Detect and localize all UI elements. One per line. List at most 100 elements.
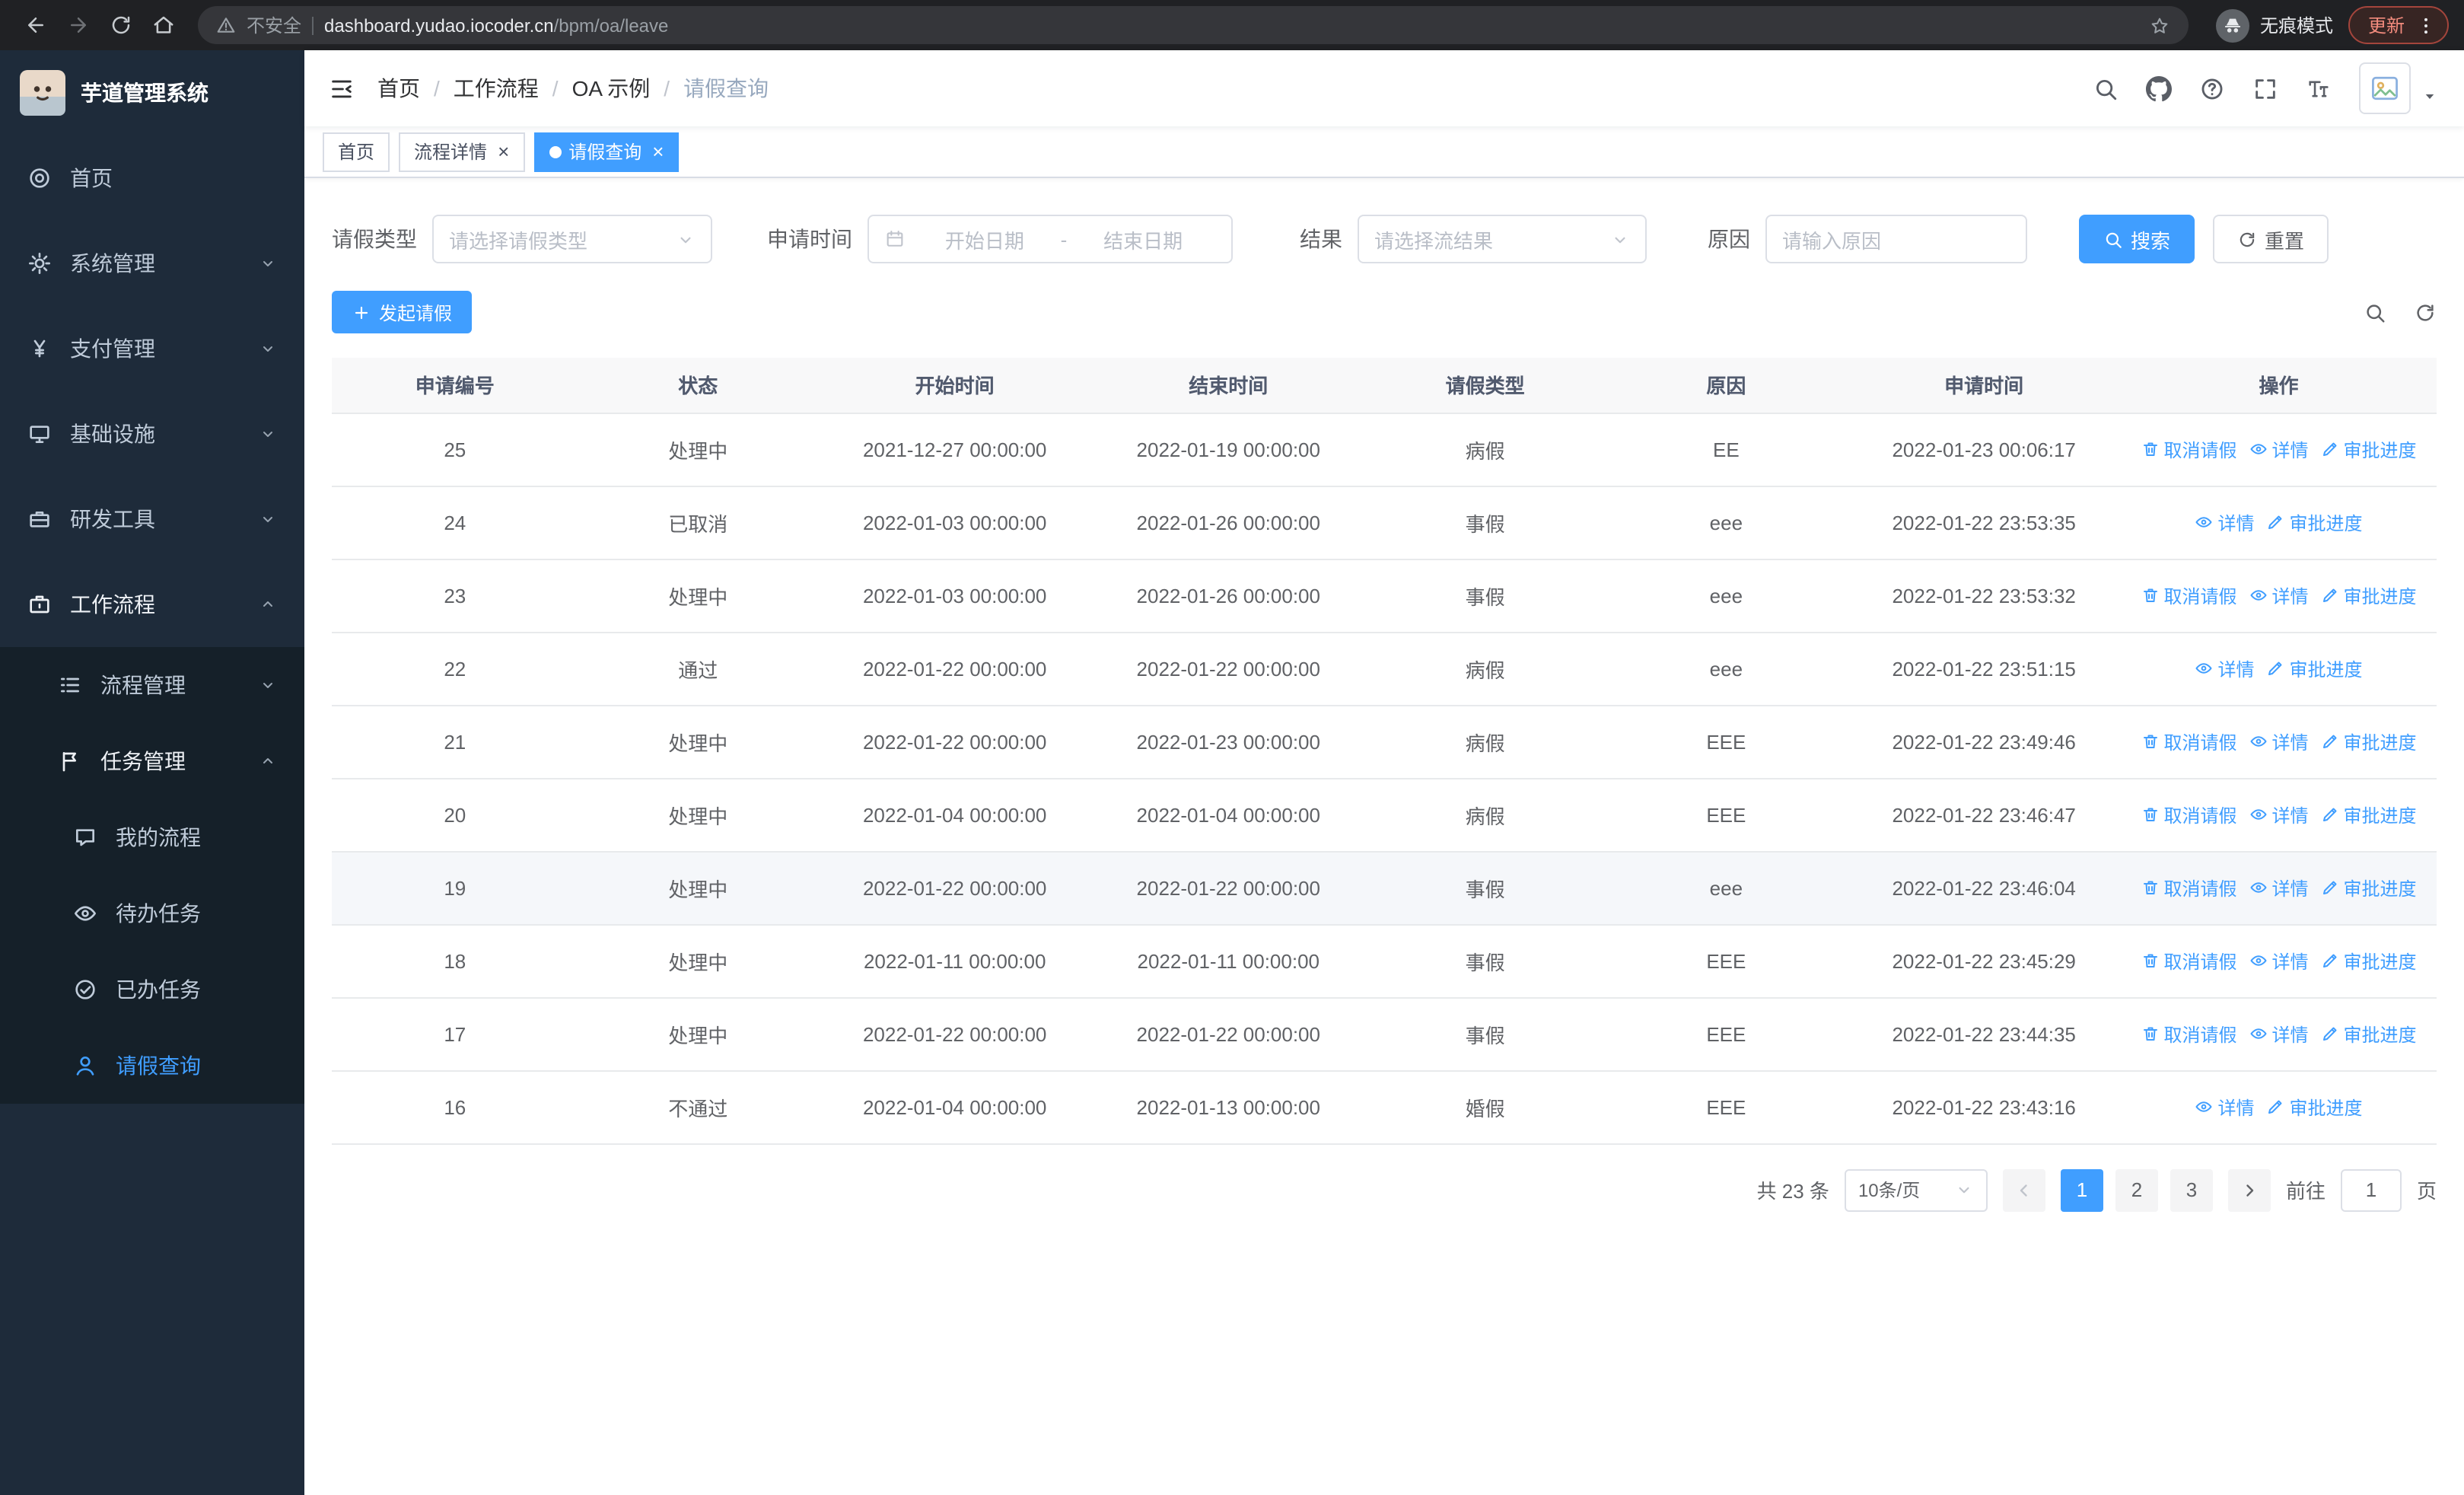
next-page-button[interactable] bbox=[2227, 1168, 2271, 1211]
browser-home-icon[interactable] bbox=[143, 5, 183, 45]
cell-start-time: 2022-01-22 00:00:00 bbox=[817, 851, 1092, 925]
approval-progress-link[interactable]: 审批进度 bbox=[2266, 509, 2363, 535]
detail-link[interactable]: 详情 bbox=[2195, 1094, 2254, 1120]
result-select[interactable]: 请选择流结果 bbox=[1358, 215, 1647, 263]
header-search-icon[interactable] bbox=[2093, 75, 2119, 101]
approval-progress-link[interactable]: 审批进度 bbox=[2321, 875, 2417, 901]
cancel-leave-link[interactable]: 取消请假 bbox=[2141, 436, 2236, 462]
avatar-caret-icon[interactable] bbox=[2423, 90, 2437, 114]
sidebar-item-7[interactable]: 任务管理 bbox=[0, 723, 304, 799]
cell-actions: 取消请假 详情 审批进度 bbox=[2120, 851, 2437, 925]
delete-icon bbox=[2141, 878, 2159, 897]
prev-page-button[interactable] bbox=[2002, 1168, 2045, 1211]
tab-item-1[interactable]: 流程详情 × bbox=[399, 132, 525, 171]
help-icon[interactable] bbox=[2199, 75, 2225, 101]
cell-id: 23 bbox=[332, 559, 578, 633]
approval-progress-link[interactable]: 审批进度 bbox=[2266, 655, 2363, 681]
detail-link[interactable]: 详情 bbox=[2249, 802, 2309, 827]
sidebar-item-3[interactable]: 基础设施 bbox=[0, 391, 304, 477]
search-button[interactable]: 搜索 bbox=[2079, 215, 2195, 263]
browser-menu-icon[interactable] bbox=[2415, 14, 2437, 36]
approval-progress-link[interactable]: 审批进度 bbox=[2321, 436, 2417, 462]
detail-link[interactable]: 详情 bbox=[2249, 1021, 2309, 1047]
cell-reason: eee bbox=[1605, 851, 1848, 925]
cell-start-time: 2022-01-22 00:00:00 bbox=[817, 705, 1092, 779]
close-icon[interactable]: × bbox=[498, 142, 509, 161]
cancel-leave-link[interactable]: 取消请假 bbox=[2141, 1021, 2236, 1047]
page-button-1[interactable]: 1 bbox=[2060, 1168, 2103, 1211]
security-warning-label[interactable]: 不安全 bbox=[247, 12, 301, 38]
breadcrumb-item[interactable]: 首页 bbox=[377, 73, 420, 104]
security-warning-icon[interactable] bbox=[216, 15, 236, 35]
sidebar-item-1[interactable]: 系统管理 bbox=[0, 221, 304, 306]
github-icon[interactable] bbox=[2146, 75, 2172, 101]
sidebar-item-label: 研发工具 bbox=[70, 507, 155, 531]
font-size-icon[interactable] bbox=[2306, 75, 2332, 101]
tab-item-2[interactable]: 请假查询 × bbox=[533, 132, 680, 171]
detail-link[interactable]: 详情 bbox=[2249, 728, 2309, 754]
detail-link[interactable]: 详情 bbox=[2249, 582, 2309, 608]
goto-page-input[interactable] bbox=[2340, 1168, 2402, 1211]
sidebar-item-10[interactable]: 已办任务 bbox=[0, 952, 304, 1028]
approval-progress-link[interactable]: 审批进度 bbox=[2321, 582, 2417, 608]
close-icon[interactable]: × bbox=[652, 142, 664, 161]
cancel-leave-link[interactable]: 取消请假 bbox=[2141, 728, 2236, 754]
leave-type-placeholder: 请选择请假类型 bbox=[449, 229, 588, 252]
approval-progress-link[interactable]: 审批进度 bbox=[2321, 948, 2417, 974]
cell-status: 处理中 bbox=[578, 924, 818, 998]
cancel-leave-link[interactable]: 取消请假 bbox=[2141, 582, 2236, 608]
sidebar-item-2[interactable]: 支付管理 bbox=[0, 306, 304, 391]
browser-forward-icon[interactable] bbox=[58, 5, 97, 45]
cell-id: 25 bbox=[332, 413, 578, 486]
create-leave-button[interactable]: 发起请假 bbox=[332, 291, 473, 333]
apply-time-range-picker[interactable]: 开始日期 - 结束日期 bbox=[867, 215, 1233, 263]
cell-actions: 取消请假 详情 审批进度 bbox=[2120, 997, 2437, 1071]
avatar[interactable] bbox=[2359, 62, 2411, 114]
breadcrumb-item[interactable]: OA 示例 bbox=[572, 73, 651, 104]
sidebar-item-5[interactable]: 工作流程 bbox=[0, 562, 304, 647]
approval-progress-link[interactable]: 审批进度 bbox=[2321, 728, 2417, 754]
tab-item-0[interactable]: 首页 bbox=[323, 132, 390, 171]
fullscreen-icon[interactable] bbox=[2252, 75, 2278, 101]
browser-back-icon[interactable] bbox=[15, 5, 55, 45]
table-refresh-icon[interactable] bbox=[2414, 301, 2437, 324]
approval-progress-link[interactable]: 审批进度 bbox=[2321, 802, 2417, 827]
cell-actions: 取消请假 详情 审批进度 bbox=[2120, 705, 2437, 779]
sidebar-item-0[interactable]: 首页 bbox=[0, 135, 304, 221]
page-button-3[interactable]: 3 bbox=[2170, 1168, 2213, 1211]
page-button-2[interactable]: 2 bbox=[2115, 1168, 2158, 1211]
apply-time-label: 申请时间 bbox=[767, 227, 852, 251]
reset-button[interactable]: 重置 bbox=[2213, 215, 2329, 263]
detail-link[interactable]: 详情 bbox=[2249, 875, 2309, 901]
cancel-leave-link[interactable]: 取消请假 bbox=[2141, 875, 2236, 901]
browser-reload-icon[interactable] bbox=[100, 5, 140, 45]
range-separator: - bbox=[1060, 228, 1068, 250]
cell-reason: EEE bbox=[1605, 924, 1848, 998]
sidebar-item-9[interactable]: 待办任务 bbox=[0, 875, 304, 952]
cancel-leave-link[interactable]: 取消请假 bbox=[2141, 802, 2236, 827]
breadcrumb-item[interactable]: 工作流程 bbox=[454, 73, 539, 104]
address-bar[interactable]: 不安全 dashboard.yudao.iocoder.cn/bpm/oa/le… bbox=[198, 6, 2189, 44]
detail-link[interactable]: 详情 bbox=[2195, 509, 2254, 535]
app-logo[interactable]: 芋道管理系统 bbox=[0, 50, 304, 135]
page-size-select[interactable]: 10条/页 bbox=[1844, 1168, 1988, 1211]
sidebar-item-4[interactable]: 研发工具 bbox=[0, 477, 304, 562]
reason-input[interactable]: 请输入原因 bbox=[1765, 215, 2027, 263]
sidebar-item-6[interactable]: 流程管理 bbox=[0, 647, 304, 723]
chevron-up-icon bbox=[259, 595, 277, 614]
leave-type-select[interactable]: 请选择请假类型 bbox=[432, 215, 712, 263]
bookmark-star-icon[interactable] bbox=[2149, 14, 2170, 36]
cancel-leave-link[interactable]: 取消请假 bbox=[2141, 948, 2236, 974]
sidebar-item-11[interactable]: 请假查询 bbox=[0, 1028, 304, 1104]
edit-icon bbox=[2266, 513, 2284, 531]
approval-progress-link[interactable]: 审批进度 bbox=[2266, 1094, 2363, 1120]
detail-link[interactable]: 详情 bbox=[2249, 948, 2309, 974]
sidebar-collapse-icon[interactable] bbox=[304, 50, 377, 126]
detail-link[interactable]: 详情 bbox=[2249, 436, 2309, 462]
edit-icon bbox=[2266, 1098, 2284, 1116]
detail-link[interactable]: 详情 bbox=[2195, 655, 2254, 681]
update-button[interactable]: 更新 bbox=[2348, 6, 2449, 44]
sidebar-item-8[interactable]: 我的流程 bbox=[0, 799, 304, 875]
search-toggle-icon[interactable] bbox=[2364, 301, 2386, 324]
approval-progress-link[interactable]: 审批进度 bbox=[2321, 1021, 2417, 1047]
